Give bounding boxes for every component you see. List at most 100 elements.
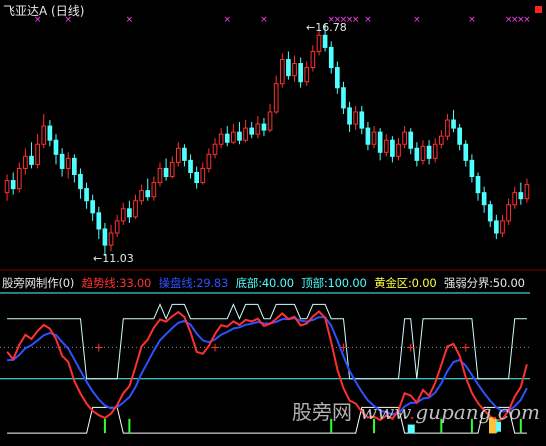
candle-body: [182, 147, 187, 161]
period-label: (日线): [51, 4, 85, 18]
candle-body: [469, 159, 475, 178]
candle-body: [114, 220, 120, 234]
candle-body: [29, 155, 34, 165]
watermark: 股旁网 www.gupang.com: [292, 396, 540, 425]
candle-body: [139, 190, 144, 202]
candle-body: [212, 143, 218, 155]
candle-body: [438, 135, 444, 145]
candle-body: [487, 204, 493, 222]
signal-marker: +: [94, 340, 104, 354]
candle-body: [243, 127, 248, 141]
stock-chart[interactable]: × × × × × ××××× × × × ××××+ + + + +: [0, 0, 546, 446]
candle-body: [328, 46, 334, 69]
top-marker: ×: [223, 15, 231, 25]
param-bottom: 底部:40.00: [235, 276, 294, 290]
candle-body: [157, 167, 163, 184]
candle-body: [432, 143, 438, 159]
param-trend: 趋势线:33.00: [81, 276, 152, 290]
candle-body: [445, 119, 450, 137]
candle-body: [194, 171, 199, 184]
candle-body: [175, 147, 181, 163]
candle-body: [224, 133, 230, 143]
candle-body: [255, 123, 261, 135]
indicator-name: 股旁网制作(0): [2, 276, 75, 290]
candle-body: [304, 67, 310, 83]
candle-body: [96, 212, 102, 230]
candle-body: [261, 123, 267, 131]
candle-body: [286, 59, 291, 77]
indicator-header: 股旁网制作(0) 趋势线:33.00 操盘线:29.83 底部:40.00 顶部…: [2, 275, 529, 291]
corner-marker[interactable]: [535, 6, 542, 13]
candle-body: [316, 34, 322, 52]
candle-body: [457, 127, 462, 145]
candle-body: [298, 63, 303, 83]
candle-body: [347, 107, 352, 125]
top-marker: ×: [260, 15, 268, 25]
chart-title: 飞亚达A (日线): [3, 2, 84, 19]
candle-body: [200, 167, 206, 184]
candle-body: [188, 159, 193, 173]
candle-body: [47, 125, 53, 141]
candle-body: [426, 145, 432, 159]
candle-body: [451, 119, 456, 129]
candle-body: [231, 131, 236, 143]
candle-body: [524, 184, 530, 200]
candle-body: [463, 143, 469, 161]
candle-body: [396, 143, 401, 157]
top-marker: ×: [364, 15, 372, 25]
candle-body: [383, 139, 389, 153]
signal-marker: +: [406, 340, 416, 354]
candle-body: [65, 157, 71, 169]
candle-body: [292, 63, 297, 77]
param-top: 顶部:100.00: [301, 276, 367, 290]
candle-body: [310, 50, 316, 69]
candle-body: [133, 200, 138, 218]
candle-body: [59, 153, 65, 169]
candle-body: [90, 200, 96, 214]
high-price-label: ←16.78: [306, 21, 347, 34]
top-marker: ×: [523, 15, 531, 25]
candle-body: [145, 190, 151, 198]
candle-body: [84, 188, 89, 202]
top-marker: ×: [413, 15, 421, 25]
watermark-cn: 股旁网: [292, 400, 352, 424]
low-price-label: ←11.03: [93, 252, 134, 265]
param-operate: 操盘线:29.83: [158, 276, 229, 290]
candle-body: [267, 111, 273, 131]
candle-body: [365, 127, 371, 145]
candle-body: [506, 204, 511, 222]
candle-body: [4, 180, 10, 194]
bottom-block: [407, 424, 415, 434]
candle-body: [279, 59, 285, 85]
candle-body: [169, 161, 175, 178]
candle-body: [371, 131, 377, 145]
candle-body: [249, 127, 255, 135]
candle-body: [127, 208, 132, 218]
candle-body: [41, 125, 47, 145]
candle-body: [359, 111, 365, 129]
param-gold: 黄金区:0.00: [374, 276, 437, 290]
top-marker: ×: [468, 15, 476, 25]
top-marker: ×: [126, 15, 134, 25]
candle-body: [72, 157, 77, 175]
candle-body: [23, 155, 28, 169]
candle-body: [10, 180, 16, 190]
watermark-url: www.gupang.com: [360, 400, 541, 424]
candle-body: [408, 131, 414, 149]
candle-body: [237, 131, 242, 141]
candle-body: [218, 133, 224, 145]
candle-body: [341, 87, 346, 109]
candle-body: [518, 192, 524, 200]
candle-body: [377, 131, 383, 153]
top-marker: ×: [352, 15, 360, 25]
candle-body: [500, 220, 505, 234]
candle-body: [53, 139, 59, 155]
candle-body: [402, 131, 407, 145]
candle-body: [335, 67, 340, 89]
candle-body: [151, 182, 157, 198]
stock-name: 飞亚达A: [3, 4, 48, 18]
candle-body: [163, 167, 169, 178]
candle-body: [481, 192, 487, 206]
candle-body: [414, 147, 420, 161]
candle-body: [206, 153, 212, 169]
